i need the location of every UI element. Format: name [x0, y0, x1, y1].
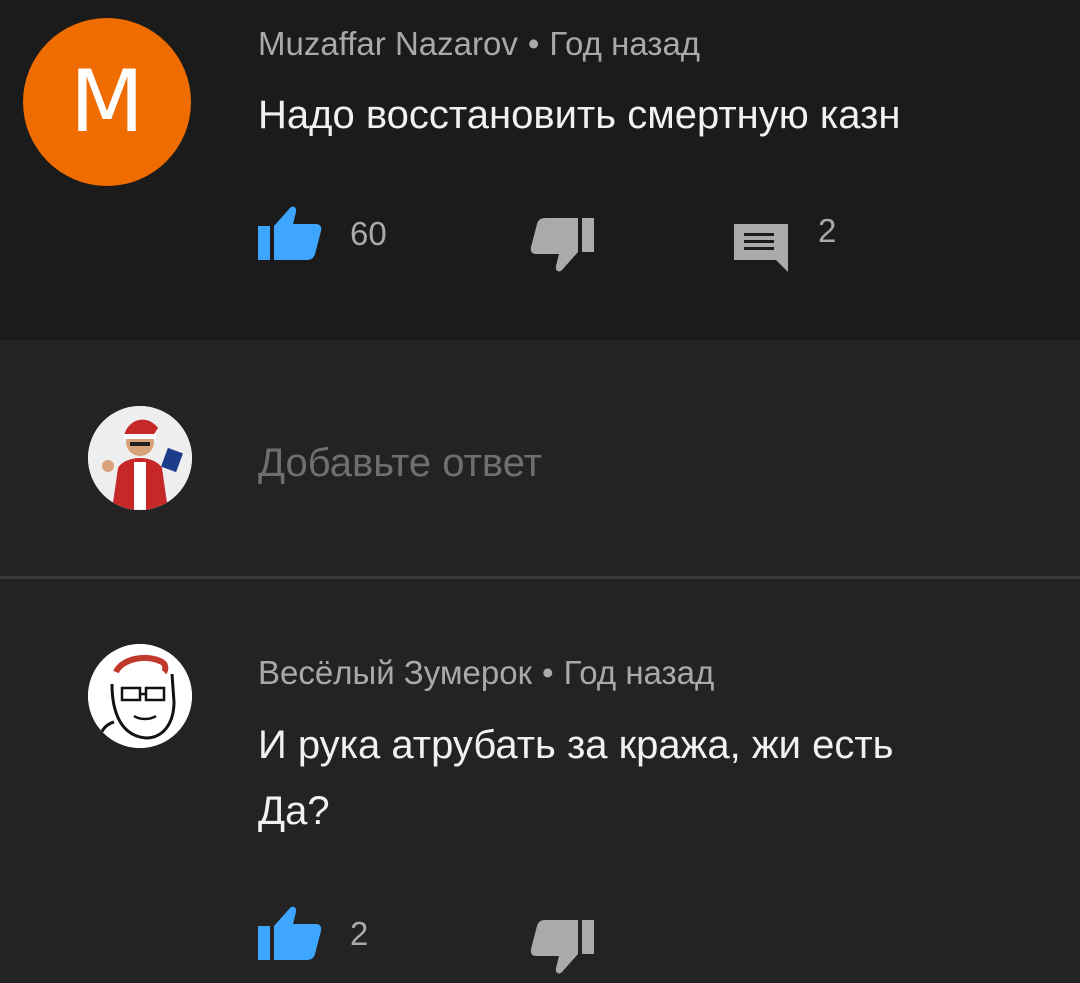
meme-face-avatar-image	[88, 644, 192, 748]
like-button[interactable]	[256, 902, 324, 967]
comment-time: Год назад	[563, 654, 715, 691]
thumbs-down-icon	[530, 218, 594, 272]
author-name[interactable]: Весёлый Зумерок	[258, 654, 532, 691]
author-name[interactable]: Muzaffar Nazarov	[258, 25, 518, 62]
avatar[interactable]: M	[23, 18, 191, 186]
reply-count: 2	[818, 212, 837, 249]
comment-time: Год назад	[549, 25, 701, 62]
reply-button[interactable]	[732, 222, 790, 279]
comment-text: Надо восстановить смертную казн	[258, 93, 901, 137]
thumbs-up-icon	[258, 206, 322, 260]
meta-separator: •	[527, 25, 540, 62]
santa-avatar-image	[88, 406, 192, 510]
like-count: 2	[350, 915, 369, 952]
comment-icon	[734, 224, 788, 272]
thumbs-down-icon	[530, 920, 594, 974]
comment-meta: Весёлый Зумерок • Год назад	[258, 654, 714, 692]
user-avatar[interactable]	[88, 406, 192, 510]
avatar[interactable]	[88, 644, 192, 748]
comment-text-line-2: Да?	[258, 789, 330, 833]
dislike-button[interactable]	[528, 216, 596, 281]
dislike-button[interactable]	[528, 918, 596, 983]
thumbs-up-icon	[258, 906, 322, 960]
like-count: 60	[350, 215, 387, 252]
comment-meta: Muzaffar Nazarov • Год назад	[258, 25, 700, 63]
comment-text-line-1: И рука атрубать за кража, жи есть	[258, 723, 894, 767]
reply-input[interactable]	[258, 438, 1018, 488]
like-button[interactable]	[256, 202, 324, 267]
meta-separator: •	[542, 654, 554, 691]
